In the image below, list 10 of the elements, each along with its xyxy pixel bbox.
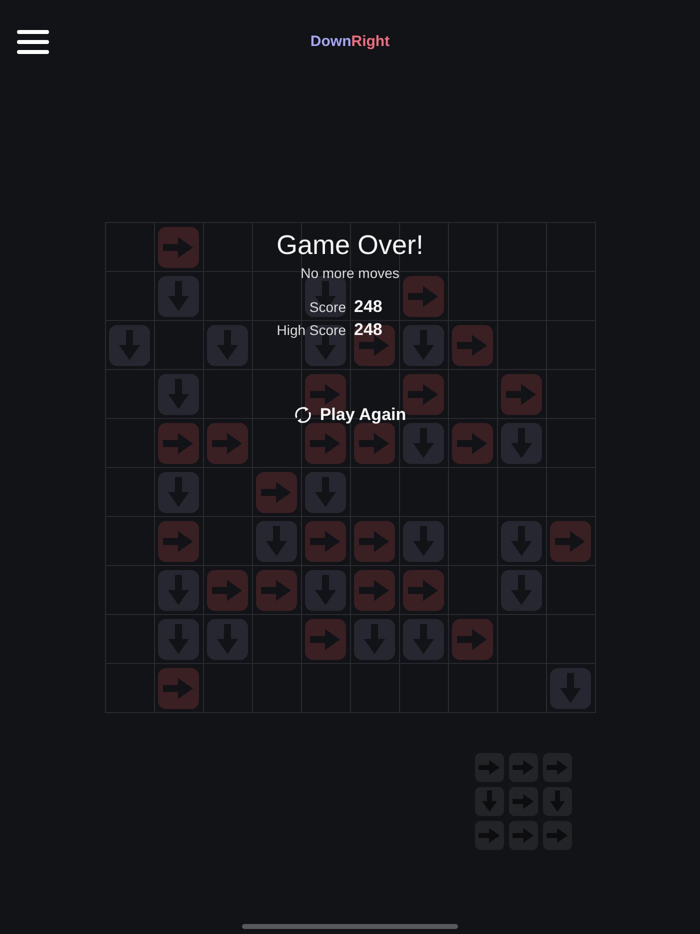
high-score-label: High Score [276,322,346,338]
score-value: 248 [354,296,382,316]
high-score-value: 248 [354,320,382,340]
score-label: Score [309,298,346,314]
play-again-button[interactable]: Play Again [294,403,406,427]
menu-icon[interactable] [17,30,49,54]
game-over-message: No more moves [300,264,400,282]
app-title: DownRight [310,32,390,52]
refresh-icon [294,406,312,424]
game-over-title: Game Over! [276,229,424,262]
